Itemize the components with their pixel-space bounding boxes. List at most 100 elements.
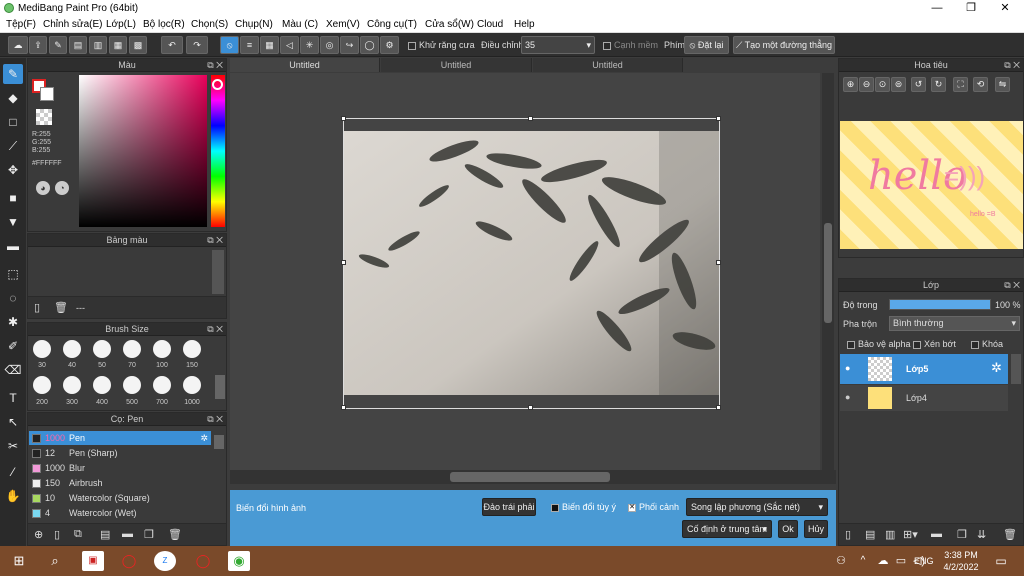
- horizontal-scroll-thumb[interactable]: [450, 472, 610, 482]
- clock[interactable]: 3:38 PM 4/2/2022: [940, 549, 982, 573]
- select-eraser-tool-icon[interactable]: ⌫: [3, 360, 23, 380]
- zoom-fit-icon[interactable]: ⊙: [875, 77, 890, 92]
- cross-snap-icon[interactable]: ▦: [260, 36, 279, 54]
- brush-item[interactable]: 1000 Blur: [29, 461, 211, 475]
- brush-size-scrollbar[interactable]: [215, 375, 225, 399]
- divide-tool-icon[interactable]: ✂: [3, 436, 23, 456]
- panel-close-icon[interactable]: ⧉ ✕: [207, 323, 223, 336]
- tab-untitled-2[interactable]: Untitled: [381, 58, 532, 72]
- fit-window-icon[interactable]: ⛶: [953, 77, 968, 92]
- vertical-scrollbar[interactable]: [822, 73, 834, 473]
- menu-layer[interactable]: Lớp(L): [106, 19, 136, 30]
- size-dot[interactable]: [93, 340, 111, 358]
- new-page-icon[interactable]: ▯: [54, 528, 60, 541]
- eraser-tool-icon[interactable]: ◆: [3, 88, 23, 108]
- trash-icon[interactable]: 🗑: [54, 301, 68, 314]
- copy-icon[interactable]: ❐: [144, 528, 154, 541]
- flip-view-icon[interactable]: ⇋: [995, 77, 1010, 92]
- new-page-icon[interactable]: ▯: [34, 301, 40, 314]
- palette-icon[interactable]: ◕: [36, 181, 50, 195]
- alpha-lock-checkbox[interactable]: Bảo vệ alpha: [847, 339, 911, 349]
- new-layer-icon[interactable]: ▯: [845, 528, 851, 541]
- notification-icon[interactable]: ▭: [990, 551, 1012, 571]
- panel-close-icon[interactable]: ⧉ ✕: [1004, 59, 1020, 72]
- perspective-checkbox[interactable]: ✕ Phối cảnh: [628, 502, 679, 512]
- layer-row[interactable]: ● Lớp4: [840, 385, 1008, 411]
- select-pen-tool-icon[interactable]: ✐: [3, 336, 23, 356]
- menu-tools[interactable]: Công cụ(T): [367, 19, 417, 30]
- parallel-snap-icon[interactable]: ≡: [240, 36, 259, 54]
- rotate-left-icon[interactable]: ↺: [911, 77, 926, 92]
- bucket-tool-icon[interactable]: ▼: [3, 212, 23, 232]
- size-dot[interactable]: [153, 376, 171, 394]
- clip-checkbox[interactable]: Xén bớt: [913, 339, 956, 349]
- tiles-icon[interactable]: ▩: [129, 36, 147, 54]
- size-dot[interactable]: [33, 340, 51, 358]
- navigator-preview[interactable]: hello =))) hello =B: [840, 121, 1023, 249]
- comment-icon[interactable]: ✎: [49, 36, 67, 54]
- search-icon[interactable]: ⌕: [44, 551, 66, 571]
- palette-scrollbar[interactable]: [212, 250, 224, 294]
- zoom-out-icon[interactable]: ⊖: [859, 77, 874, 92]
- eye-icon[interactable]: ●: [845, 392, 850, 402]
- size-dot[interactable]: [63, 340, 81, 358]
- alpha-lock-check[interactable]: [847, 340, 855, 349]
- transform-handle[interactable]: [716, 405, 721, 410]
- transparent-color[interactable]: [36, 109, 52, 125]
- tab-untitled-3[interactable]: Untitled: [533, 58, 683, 72]
- perspective-check[interactable]: ✕: [628, 503, 636, 512]
- saturation-picker[interactable]: [79, 75, 207, 227]
- menu-capture[interactable]: Chụp(N): [235, 19, 273, 30]
- horizontal-scrollbar[interactable]: [230, 470, 836, 484]
- duplicate-icon[interactable]: ❐: [957, 528, 967, 541]
- folder-icon[interactable]: ▬: [122, 528, 133, 540]
- zalo-icon[interactable]: Z: [154, 551, 176, 571]
- size-dot[interactable]: [33, 376, 51, 394]
- brush-item[interactable]: 4 Watercolor (Wet): [29, 506, 211, 520]
- merge-icon[interactable]: ⇊: [977, 528, 986, 541]
- gradient-tool-icon[interactable]: ▬: [3, 236, 23, 256]
- windows-start-icon[interactable]: ⊞: [8, 551, 30, 571]
- curve-snap-icon[interactable]: ↪: [340, 36, 359, 54]
- panel-close-icon[interactable]: ⧉ ✕: [207, 234, 223, 247]
- layers-icon[interactable]: ▤: [69, 36, 87, 54]
- new-8bit-layer-icon[interactable]: ▥: [885, 528, 895, 541]
- transform-handle[interactable]: [716, 260, 721, 265]
- transform-bounds[interactable]: [343, 118, 720, 409]
- hue-slider[interactable]: [211, 75, 225, 227]
- anchor-select[interactable]: Cố định ở trung tâm ▾: [682, 520, 772, 538]
- blend-select[interactable]: Bình thường ▾: [889, 316, 1020, 331]
- text-tool-icon[interactable]: T: [3, 388, 23, 408]
- size-dot[interactable]: [123, 376, 141, 394]
- ellipse-snap-icon[interactable]: ◯: [360, 36, 379, 54]
- straight-line-button[interactable]: ⟋ Tạo một đường thẳng: [733, 36, 835, 54]
- layer-scrollbar[interactable]: [1011, 354, 1021, 384]
- menu-select[interactable]: Chọn(S): [191, 19, 228, 30]
- size-dot[interactable]: [183, 376, 201, 394]
- brush-tool-icon[interactable]: ✎: [3, 64, 23, 84]
- panel-close-icon[interactable]: ⧉ ✕: [207, 59, 223, 72]
- rotate-right-icon[interactable]: ↻: [931, 77, 946, 92]
- tab-untitled-1[interactable]: Untitled: [230, 58, 380, 72]
- palette-edit-icon[interactable]: ◔: [55, 181, 69, 195]
- properties-icon[interactable]: ▤: [100, 528, 110, 541]
- move-tool-icon[interactable]: ✥: [3, 160, 23, 180]
- cloud-icon[interactable]: ☁: [8, 36, 28, 54]
- free-transform-checkbox[interactable]: Biến đổi tùy ý: [551, 502, 616, 512]
- menu-cloud[interactable]: Cloud: [477, 19, 503, 30]
- duplicate-icon[interactable]: ⧉: [74, 528, 82, 541]
- chevron-up-icon[interactable]: ^: [852, 551, 874, 571]
- grid-icon[interactable]: ▦: [109, 36, 127, 54]
- radial-snap-icon[interactable]: ✳: [300, 36, 319, 54]
- panel-close-icon[interactable]: ⧉ ✕: [1004, 279, 1020, 292]
- transform-handle[interactable]: [341, 405, 346, 410]
- flip-horizontal-button[interactable]: Đảo trái phải: [482, 498, 536, 516]
- brush-item[interactable]: 12 Pen (Sharp): [29, 446, 211, 460]
- reset-button[interactable]: ⦸ Đặt lại: [684, 36, 729, 54]
- brush-list-scrollbar[interactable]: [214, 435, 224, 449]
- language-indicator[interactable]: ENG: [914, 556, 934, 566]
- cancel-button[interactable]: Hủy: [804, 520, 828, 538]
- upload-icon[interactable]: ⇪: [29, 36, 47, 54]
- menu-filter[interactable]: Bộ lọc(R): [143, 19, 185, 30]
- vertical-scroll-thumb[interactable]: [824, 223, 832, 323]
